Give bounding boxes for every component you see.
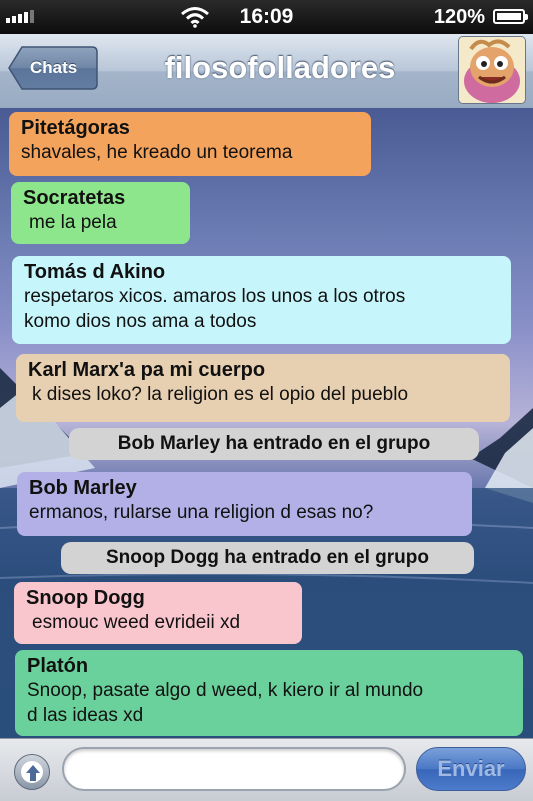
message-sender: Pitetágoras	[21, 117, 130, 139]
message-sender: Socratetas	[23, 187, 126, 209]
message-input[interactable]	[62, 747, 406, 791]
message-bubble[interactable]: Pitetágoras shavales, he kreado un teore…	[9, 112, 371, 176]
message-bubble[interactable]: Karl Marx'a pa mi cuerpo k dises loko? l…	[16, 354, 510, 422]
arrow-up-icon	[26, 765, 40, 781]
status-bar: 16:09 120%	[0, 0, 533, 34]
back-button-label: Chats	[30, 58, 78, 77]
battery-icon	[493, 9, 528, 24]
message-text-line: d las ideas xd	[27, 705, 144, 726]
message-text: k dises loko? la religion es el opio del…	[32, 384, 409, 405]
chat-background: Pitetágoras shavales, he kreado un teore…	[0, 108, 533, 738]
message-sender: Platón	[27, 655, 89, 677]
battery-percentage: 120%	[433, 6, 485, 28]
message-bubble[interactable]: Snoop Dogg esmouc weed evrideii xd	[14, 582, 302, 644]
message-text-line: Snoop, pasate algo d weed, k kiero ir al…	[27, 680, 424, 701]
avatar-image	[459, 37, 525, 103]
message-sender: Karl Marx'a pa mi cuerpo	[28, 359, 266, 381]
message-text-line: respetaros xicos. amaros los unos a los …	[24, 286, 406, 307]
system-notice: Snoop Dogg ha entrado en el grupo	[61, 542, 474, 574]
message-text: esmouc weed evrideii xd	[32, 612, 241, 633]
message-bubble[interactable]: Socratetas me la pela	[11, 182, 190, 244]
message-text: me la pela	[29, 212, 117, 233]
message-bubble[interactable]: Bob Marley ermanos, rularse una religion…	[17, 472, 472, 536]
system-notice: Bob Marley ha entrado en el grupo	[69, 428, 479, 460]
message-sender: Tomás d Akino	[24, 261, 166, 283]
back-button[interactable]: Chats	[8, 46, 98, 90]
message-text-line: komo dios nos ama a todos	[24, 311, 257, 332]
message-bubble[interactable]: Platón Snoop, pasate algo d weed, k kier…	[15, 650, 523, 736]
message-sender: Snoop Dogg	[26, 587, 145, 609]
message-sender: Bob Marley	[29, 477, 137, 499]
group-avatar[interactable]	[459, 37, 525, 103]
send-button[interactable]: Enviar	[416, 747, 526, 791]
message-text: shavales, he kreado un teorema	[21, 142, 293, 163]
chat-title: filosofolladores	[164, 50, 396, 85]
attach-button[interactable]	[14, 754, 50, 790]
message-input-bar: Enviar	[0, 738, 533, 801]
message-bubble[interactable]: Tomás d Akino respetaros xicos. amaros l…	[12, 256, 511, 344]
message-text: ermanos, rularse una religion d esas no?	[29, 502, 374, 523]
navigation-bar: Chats filosofolladores	[0, 34, 533, 109]
